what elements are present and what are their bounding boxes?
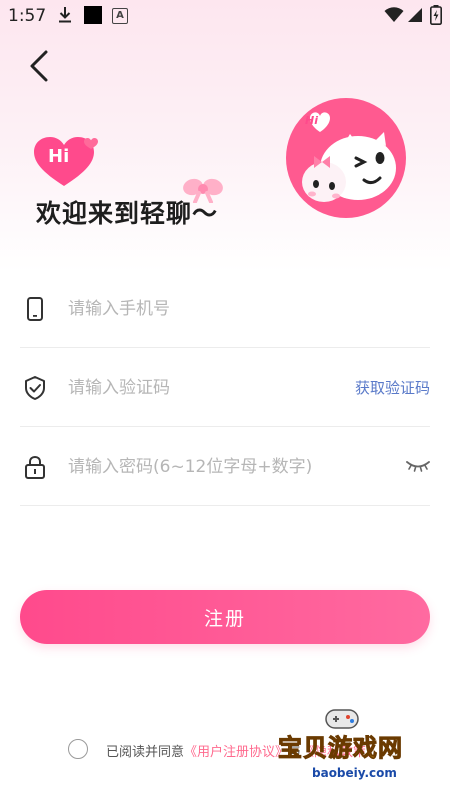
battery-icon	[430, 5, 442, 25]
watermark-title: 宝贝游戏网	[278, 734, 403, 763]
code-input[interactable]	[68, 371, 308, 405]
hi-badge-label: Hi	[48, 146, 70, 167]
get-code-button[interactable]: 获取验证码	[355, 377, 430, 398]
signal-icon	[408, 8, 422, 22]
back-arrow-icon[interactable]	[22, 48, 58, 84]
agreement-prefix: 已阅读并同意	[106, 745, 185, 760]
agree-checkbox[interactable]	[68, 739, 88, 759]
mascot-illustration	[286, 98, 406, 218]
small-heart-icon	[84, 138, 98, 149]
art-hi-label: Hi	[305, 114, 318, 127]
lock-icon	[25, 455, 45, 479]
status-bar: 1:57 A	[0, 0, 450, 32]
phone-input[interactable]	[68, 292, 408, 326]
phone-field-row	[20, 270, 430, 348]
password-field-row	[20, 428, 430, 506]
code-field-row: 获取验证码	[20, 349, 430, 427]
phone-icon	[27, 297, 43, 321]
watermark-url: baobeiy.com	[308, 766, 401, 780]
wifi-icon	[384, 7, 404, 22]
notification-a-icon: A	[112, 8, 128, 24]
register-button[interactable]: 注册	[20, 590, 430, 644]
gamepad-icon	[325, 709, 359, 729]
eye-closed-icon[interactable]	[406, 458, 430, 474]
watermark-logo: 宝贝游戏网 baobeiy.com	[272, 706, 422, 796]
shield-check-icon	[25, 376, 45, 400]
square-app-icon	[84, 6, 102, 24]
download-icon	[59, 7, 71, 23]
status-time: 1:57	[8, 6, 47, 26]
password-input[interactable]	[68, 450, 388, 484]
welcome-title: 欢迎来到轻聊～	[36, 199, 219, 228]
